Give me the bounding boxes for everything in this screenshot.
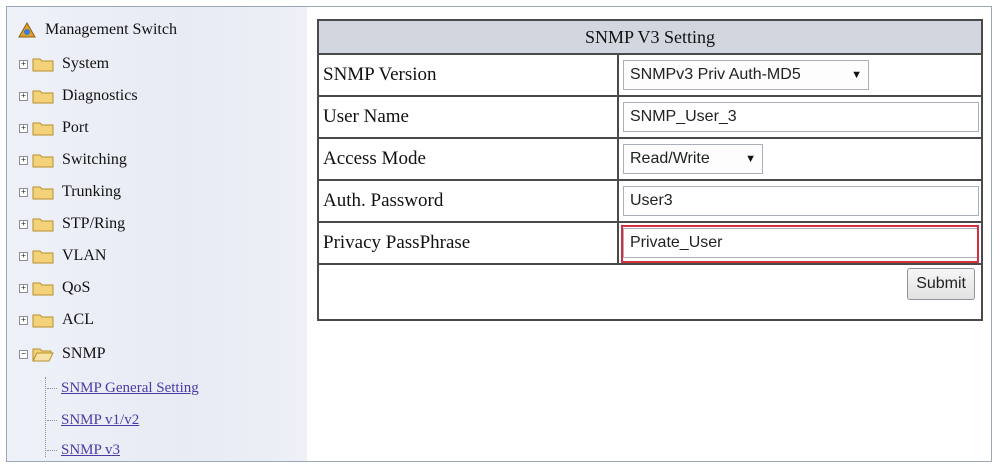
sidebar-item-qos[interactable]: + QoS — [19, 275, 90, 301]
expand-toggle-icon[interactable]: + — [19, 283, 28, 293]
sidebar-item-label: Diagnostics — [62, 87, 138, 104]
expand-toggle-icon[interactable]: + — [19, 91, 28, 101]
sidebar-item-label: ACL — [62, 311, 94, 328]
sidebar-item-label: Port — [62, 119, 89, 136]
sidebar-item-snmp[interactable]: − SNMP — [19, 341, 106, 367]
link-snmp-v3[interactable]: SNMP v3 — [47, 439, 120, 461]
row-user-name: User Name SNMP_User_3 — [319, 97, 981, 139]
snmp-version-cell: SNMPv3 Priv Auth-MD5 ▼ — [619, 55, 981, 95]
folder-icon — [32, 314, 54, 328]
folder-icon — [32, 90, 54, 104]
sidebar-item-vlan[interactable]: + VLAN — [19, 243, 106, 269]
privacy-passphrase-label: Privacy PassPhrase — [319, 223, 619, 263]
folder-icon — [32, 154, 54, 168]
sidebar-item-system[interactable]: + System — [19, 51, 109, 77]
folder-icon — [32, 282, 54, 296]
expand-toggle-icon[interactable]: + — [19, 123, 28, 133]
collapse-toggle-icon[interactable]: − — [19, 349, 28, 359]
expand-toggle-icon[interactable]: + — [19, 251, 28, 261]
sidebar-item-stp-ring[interactable]: + STP/Ring — [19, 211, 125, 237]
privacy-passphrase-cell: Private_User — [619, 223, 981, 263]
sidebar-item-label: SNMP — [62, 345, 106, 362]
expand-toggle-icon[interactable]: + — [19, 187, 28, 197]
network-root-icon — [18, 21, 36, 38]
link-snmp-v1-v2[interactable]: SNMP v1/v2 — [47, 409, 139, 431]
navigation-sidebar: Management Switch + System + Diagnostics… — [7, 7, 307, 461]
auth-password-cell: User3 — [619, 181, 981, 221]
expand-toggle-icon[interactable]: + — [19, 155, 28, 165]
auth-password-label: Auth. Password — [319, 181, 619, 221]
sidebar-item-trunking[interactable]: + Trunking — [19, 179, 121, 205]
panel-footer: Submit — [319, 265, 981, 303]
sidebar-item-label: VLAN — [62, 247, 107, 264]
auth-password-input[interactable]: User3 — [623, 186, 979, 216]
sidebar-item-diagnostics[interactable]: + Diagnostics — [19, 83, 138, 109]
folder-icon — [32, 122, 54, 136]
row-privacy-passphrase: Privacy PassPhrase Private_User — [319, 223, 981, 265]
submit-button[interactable]: Submit — [907, 268, 975, 300]
sidebar-item-label: Switching — [62, 151, 127, 168]
row-access-mode: Access Mode Read/Write ▼ — [319, 139, 981, 181]
tree-root-label: Management Switch — [45, 21, 177, 38]
expand-toggle-icon[interactable]: + — [19, 59, 28, 69]
folder-icon — [32, 58, 54, 72]
access-mode-value: Read/Write — [630, 150, 710, 167]
row-snmp-version: SNMP Version SNMPv3 Priv Auth-MD5 ▼ — [319, 55, 981, 97]
snmp-version-label: SNMP Version — [319, 55, 619, 95]
sidebar-item-label: Trunking — [62, 183, 121, 200]
user-name-label: User Name — [319, 97, 619, 137]
tree-root[interactable]: Management Switch — [17, 17, 177, 43]
app-frame: Management Switch + System + Diagnostics… — [6, 6, 992, 462]
sidebar-item-acl[interactable]: + ACL — [19, 307, 94, 333]
user-name-input[interactable]: SNMP_User_3 — [623, 102, 979, 132]
dropdown-arrow-icon: ▼ — [851, 69, 862, 81]
folder-icon — [32, 250, 54, 264]
sidebar-item-label: STP/Ring — [62, 215, 126, 232]
snmp-version-select[interactable]: SNMPv3 Priv Auth-MD5 ▼ — [623, 60, 869, 90]
sidebar-item-port[interactable]: + Port — [19, 115, 89, 141]
folder-icon — [32, 218, 54, 232]
panel-title: SNMP V3 Setting — [319, 21, 981, 55]
access-mode-select[interactable]: Read/Write ▼ — [623, 144, 763, 174]
open-folder-icon — [32, 348, 54, 362]
access-mode-cell: Read/Write ▼ — [619, 139, 981, 179]
snmp-v3-setting-panel: SNMP V3 Setting SNMP Version SNMPv3 Priv… — [317, 19, 983, 321]
sidebar-item-label: System — [62, 55, 110, 72]
highlight-box — [621, 225, 979, 263]
row-auth-password: Auth. Password User3 — [319, 181, 981, 223]
access-mode-label: Access Mode — [319, 139, 619, 179]
link-snmp-general-setting[interactable]: SNMP General Setting — [47, 377, 199, 399]
user-name-cell: SNMP_User_3 — [619, 97, 981, 137]
sidebar-item-switching[interactable]: + Switching — [19, 147, 127, 173]
sidebar-item-label: QoS — [62, 279, 91, 296]
folder-icon — [32, 186, 54, 200]
expand-toggle-icon[interactable]: + — [19, 315, 28, 325]
dropdown-arrow-icon: ▼ — [745, 153, 756, 165]
tree-connector — [45, 377, 46, 457]
expand-toggle-icon[interactable]: + — [19, 219, 28, 229]
snmp-version-value: SNMPv3 Priv Auth-MD5 — [630, 66, 801, 83]
